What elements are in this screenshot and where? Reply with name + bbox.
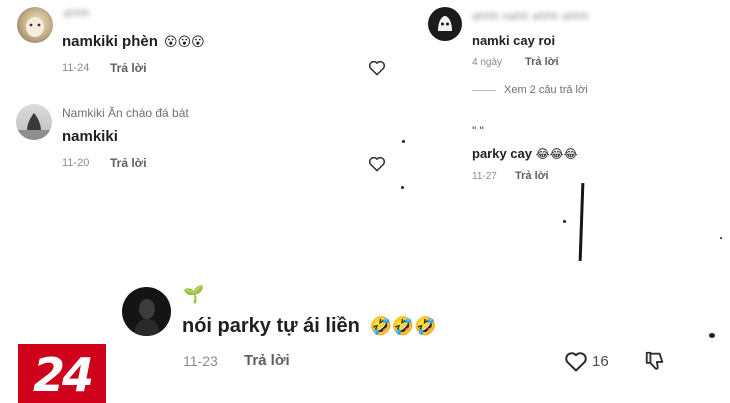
comment-username[interactable]: ahhh nahh ahhh ahhh xyxy=(472,9,589,23)
comment-username[interactable]: " " xyxy=(472,124,484,138)
comment-username[interactable]: Namkiki Ăn cháo đá bát xyxy=(62,106,189,120)
comment-emoji: 😮😮😮 xyxy=(164,34,205,49)
comment-text: parky cay 😂😂😂 xyxy=(472,146,578,161)
speck xyxy=(709,333,715,338)
heart-icon[interactable] xyxy=(368,59,386,76)
comment-date: 11-27 xyxy=(472,171,497,182)
avatar-image-icon xyxy=(16,113,52,140)
avatar-image-icon xyxy=(134,299,160,336)
comment-text-content: nói parky tự ái liền xyxy=(182,315,360,337)
avatar-image-icon xyxy=(438,16,452,31)
comment-text: namki cay roi xyxy=(472,33,556,48)
reply-button[interactable]: Trả lời xyxy=(244,352,290,369)
heart-icon[interactable] xyxy=(368,155,386,172)
reply-button[interactable]: Trả lời xyxy=(515,170,549,182)
speck xyxy=(720,237,722,239)
comment-date: 11-20 xyxy=(62,157,90,169)
comment-text: nói parky tự ái liền 🤣🤣🤣 xyxy=(182,315,437,338)
avatar[interactable] xyxy=(17,7,53,43)
speck xyxy=(401,186,404,189)
like-count: 16 xyxy=(592,353,609,370)
heart-icon[interactable] xyxy=(564,350,588,372)
comment-username[interactable]: ahhh xyxy=(63,6,90,20)
reply-button[interactable]: Trả lời xyxy=(110,61,147,75)
comment-date: 11-24 xyxy=(62,62,90,74)
dislike-icon[interactable] xyxy=(644,350,666,372)
channel-logo-text: 24 xyxy=(32,348,94,402)
reply-button[interactable]: Trả lời xyxy=(525,56,559,68)
comment-text: namkiki phèn 😮😮😮 xyxy=(62,33,205,50)
reply-button[interactable]: Trả lời xyxy=(110,156,147,170)
speck xyxy=(563,220,566,223)
scratch-line xyxy=(578,182,585,262)
view-replies-link[interactable]: Xem 2 câu trả lời xyxy=(504,84,588,96)
comment-text: namkiki xyxy=(62,128,118,145)
avatar[interactable] xyxy=(428,7,462,41)
comment-emoji: 🤣🤣🤣 xyxy=(369,316,437,336)
comment-text-content: parky cay xyxy=(472,146,532,161)
speck xyxy=(402,140,405,143)
view-replies-divider xyxy=(472,90,496,91)
channel-logo: 24 xyxy=(18,344,106,403)
avatar[interactable] xyxy=(16,104,52,140)
comment-date: 4 ngày xyxy=(472,57,503,68)
comment-text-content: namkiki phèn xyxy=(62,33,158,50)
comment-date: 11-23 xyxy=(183,353,218,369)
comment-emoji: 😂😂😂 xyxy=(535,147,578,161)
avatar-image-icon xyxy=(26,17,44,37)
avatar[interactable] xyxy=(122,287,171,336)
username-emoji[interactable]: 🌱 xyxy=(183,285,204,305)
